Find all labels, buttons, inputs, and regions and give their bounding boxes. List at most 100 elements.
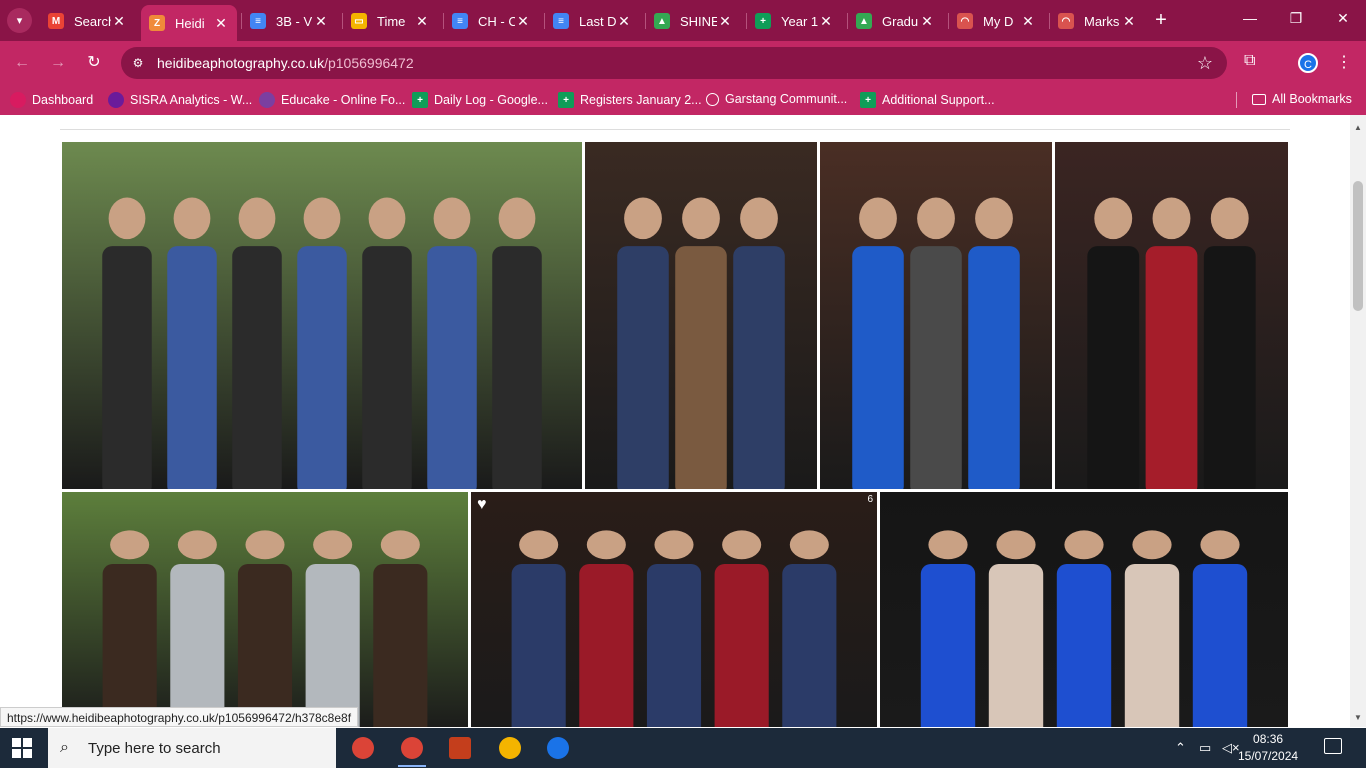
tab-2[interactable]: Z Heidi ✕ [141,5,237,41]
docs-icon: ≡ [452,13,468,29]
powerpoint-icon-glyph [449,737,471,759]
more-menu-icon[interactable]: ⋮ [1336,52,1352,72]
tab-9[interactable]: ▲ Gradu ✕ [848,7,943,35]
powerpoint-icon[interactable] [440,732,480,764]
close-tab-icon[interactable]: ✕ [717,13,733,30]
globe-icon [706,92,719,106]
tab-3[interactable]: ≡ 3B - V ✕ [242,7,337,35]
photo-three-girls[interactable] [880,492,1288,727]
close-tab-icon[interactable]: ✕ [213,15,229,32]
profile-avatar[interactable]: C [1298,53,1318,73]
gallery-page: ♥ 6 [0,115,1350,727]
tab-separator [342,13,343,29]
scroll-down-icon[interactable]: ▼ [1354,713,1362,722]
dashboard-icon [10,92,26,108]
volume-muted-icon[interactable]: ◁× [1222,740,1240,756]
chrome-icon[interactable] [343,732,383,764]
close-tab-icon[interactable]: ✕ [515,13,531,30]
close-tab-icon[interactable]: ✕ [1121,13,1137,30]
scroll-thumb[interactable] [1353,181,1363,311]
close-tab-icon[interactable]: ✕ [313,13,329,30]
photo-four-boys-suits[interactable]: ♥ 6 [471,492,877,727]
photo-group-boys-suits[interactable] [62,142,582,489]
chrome-profile-icon-glyph [401,737,423,759]
tab-title: CH - C [478,13,515,29]
tab-11[interactable]: ◠ Marks ✕ [1050,7,1145,35]
close-tab-icon[interactable]: ✕ [616,13,632,30]
bookmark-1[interactable]: Dashboard [10,92,93,108]
sheets-icon: + [558,92,574,108]
docs-icon: ≡ [250,13,266,29]
photo-count: 6 [867,494,873,505]
close-tab-icon[interactable]: ✕ [919,13,935,30]
tab-title: Last D [579,13,616,29]
close-tab-icon[interactable]: ✕ [818,13,834,30]
tab-title: SHINE [680,13,717,29]
maps-pin-icon[interactable] [538,732,578,764]
system-clock[interactable]: 08:36 15/07/2024 [1238,731,1298,765]
tab-title: Search [74,13,111,29]
taskbar-search-placeholder: Type here to search [88,739,221,757]
tab-1[interactable]: M Search✕ [40,7,135,35]
chrome-profile-icon[interactable] [392,732,432,767]
tab-separator [948,13,949,29]
tab-7[interactable]: ▲ SHINE ✕ [646,7,741,35]
tab-4[interactable]: ▭ Time ✕ [343,7,438,35]
rainbow-icon: ◠ [1058,13,1074,29]
forward-arrow-icon[interactable]: → [48,53,68,73]
bookmark-2[interactable]: SISRA Analytics - W... [108,92,252,108]
scroll-up-icon[interactable]: ▲ [1354,123,1362,132]
tab-separator [1049,13,1050,29]
close-tab-icon[interactable]: ✕ [111,13,127,30]
tab-5[interactable]: ≡ CH - C ✕ [444,7,539,35]
address-url[interactable]: heidibeaphotography.co.uk/p1056996472 [157,55,414,71]
tray-chevron-icon[interactable]: ⌃ [1175,740,1186,756]
all-bookmarks-button[interactable]: All Bookmarks [1252,92,1352,106]
bookmark-star-icon[interactable]: ☆ [1197,53,1213,74]
chrome-alt-icon[interactable] [490,732,530,764]
bookmark-label: Educake - Online Fo... [281,93,406,107]
maps-pin-icon-glyph [547,737,569,759]
close-tab-icon[interactable]: ✕ [1020,13,1036,30]
site-info-icon[interactable]: ⚙ [130,55,146,71]
restore-icon[interactable]: ❐ [1286,10,1306,27]
tab-6[interactable]: ≡ Last D ✕ [545,7,640,35]
close-window-icon[interactable]: ✕ [1333,10,1353,27]
photo-two-girls-gowns[interactable] [820,142,1052,489]
reload-icon[interactable]: ↻ [84,53,104,73]
address-bar[interactable]: ⚙ heidibeaphotography.co.uk/p1056996472 … [121,47,1227,79]
minimize-icon[interactable]: — [1240,10,1260,26]
tab-search-button[interactable]: ▾ [7,8,32,33]
photo-girl-black-dress[interactable] [1055,142,1288,489]
tab-title: 3B - V [276,13,313,29]
url-path: /p1056996472 [324,55,414,71]
favorite-heart-icon[interactable]: ♥ [477,496,487,514]
sheets-icon: + [860,92,876,108]
tab-10[interactable]: ◠ My D ✕ [949,7,1044,35]
photo-horse-carriage[interactable] [62,492,468,727]
taskbar-search[interactable]: ⌕ Type here to search [48,728,336,768]
search-icon: ⌕ [60,739,69,756]
photo-boy-check-suit[interactable] [585,142,817,489]
tab-8[interactable]: + Year 1 ✕ [747,7,842,35]
tab-title: Heidi [175,15,205,31]
notifications-icon[interactable] [1324,738,1342,754]
slides-icon: ▭ [351,13,367,29]
windows-start-icon[interactable] [12,738,32,758]
bookmark-3[interactable]: Educake - Online Fo... [259,92,405,108]
bookmark-4[interactable]: + Daily Log - Google... [412,92,548,108]
sheets-icon: + [755,13,771,29]
tab-separator [544,13,545,29]
tab-title: Year 1 [781,13,818,29]
new-tab-button[interactable]: + [1151,10,1171,30]
extensions-icon[interactable]: ⧉ [1244,52,1255,70]
bookmark-6[interactable]: Garstang Communit... [706,92,847,106]
bookmark-label: Dashboard [32,93,94,107]
page-scrollbar[interactable]: ▲ ▼ [1350,115,1366,727]
bookmark-5[interactable]: + Registers January 2... [558,92,702,108]
network-icon[interactable]: ▭ [1199,740,1211,756]
back-arrow-icon[interactable]: ← [12,53,32,73]
bookmark-7[interactable]: + Additional Support... [860,92,995,108]
folder-icon [1252,93,1266,105]
close-tab-icon[interactable]: ✕ [414,13,430,30]
